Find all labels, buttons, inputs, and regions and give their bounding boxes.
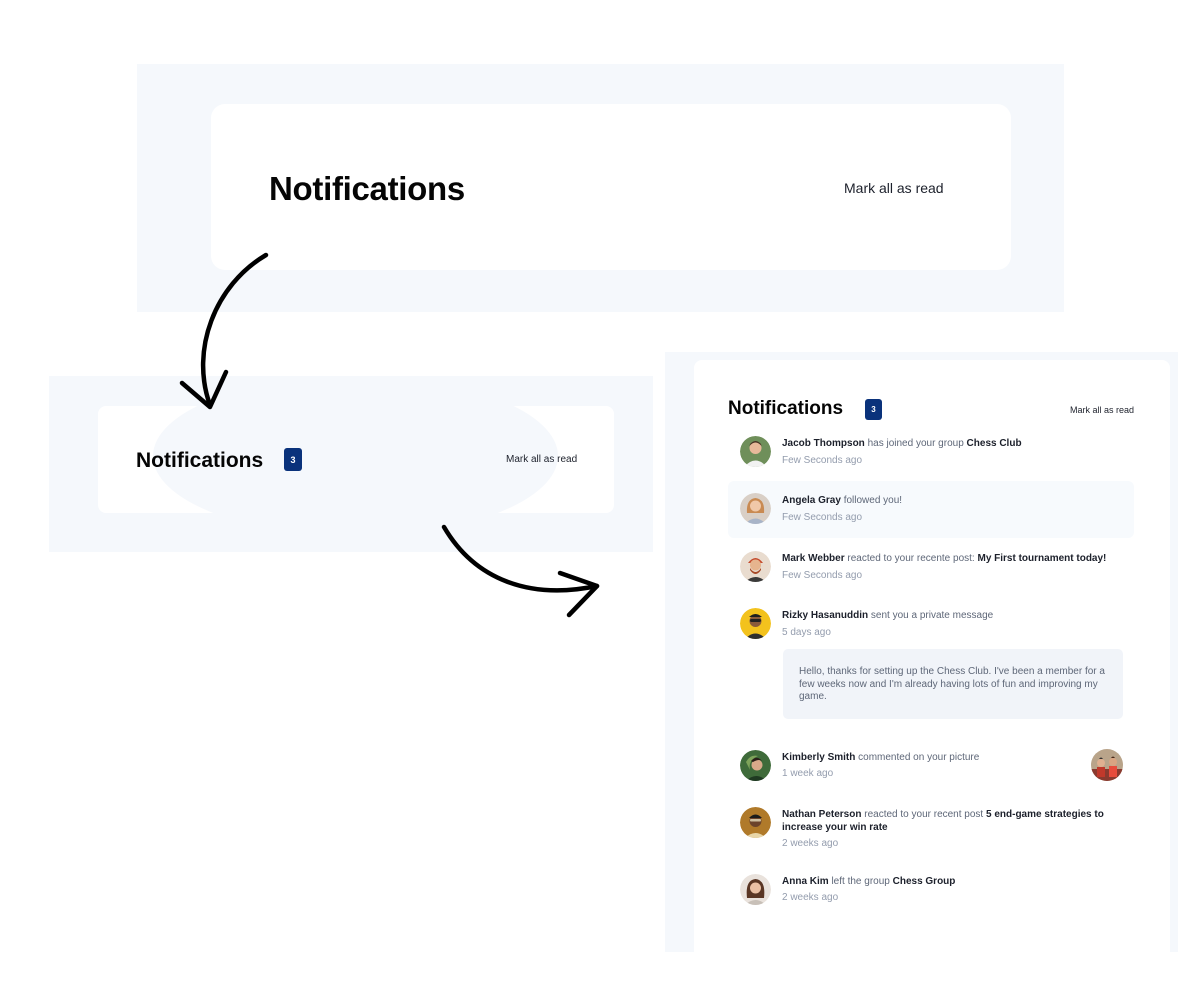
notification-action: sent you a private message: [870, 610, 994, 621]
notification-item[interactable]: Mark Webber reacted to your recente post…: [728, 547, 1134, 587]
commented-picture-thumbnail[interactable]: [1091, 749, 1123, 781]
notification-time: 2 weeks ago: [782, 892, 839, 903]
avatar-angela-gray: [740, 493, 771, 524]
notification-user[interactable]: Anna Kim: [782, 876, 829, 887]
notification-item[interactable]: Jacob Thompson has joined your group Che…: [728, 432, 1134, 472]
notification-user[interactable]: Nathan Peterson: [782, 809, 861, 820]
notification-user[interactable]: Kimberly Smith: [782, 752, 855, 763]
notification-time: Few Seconds ago: [782, 455, 863, 466]
notification-time: Few Seconds ago: [782, 512, 863, 523]
notification-object[interactable]: My First tournament today!: [977, 553, 1106, 564]
notification-item[interactable]: Rizky Hasanuddin sent you a private mess…: [728, 604, 1134, 644]
panel2-title: Notifications: [136, 449, 264, 472]
avatar-kimberly-smith: [740, 750, 771, 781]
panel2-unread-badge: 3: [284, 448, 302, 471]
notification-action: left the group: [831, 876, 890, 887]
notification-text: Angela Gray followed you!: [782, 494, 1122, 507]
notification-action: reacted to your recente post:: [847, 553, 975, 564]
notification-time: 5 days ago: [782, 627, 831, 638]
unread-count-badge: 3: [865, 399, 882, 420]
notification-time: Few Seconds ago: [782, 570, 863, 581]
avatar-jacob-thompson: [740, 436, 771, 467]
avatar-mark-webber: [740, 551, 771, 582]
notification-text: Anna Kim left the group Chess Group: [782, 875, 1122, 888]
notification-text: Kimberly Smith commented on your picture: [782, 751, 1122, 764]
notification-user[interactable]: Rizky Hasanuddin: [782, 610, 868, 621]
mark-all-read-link[interactable]: Mark all as read: [1070, 405, 1134, 415]
panel1-title: Notifications: [269, 170, 465, 207]
notifications-title: Notifications: [728, 398, 844, 419]
notification-time: 2 weeks ago: [782, 838, 839, 849]
panel2-mark-all-read-link[interactable]: Mark all as read: [506, 454, 577, 465]
notification-action: followed you!: [843, 495, 903, 506]
avatar-rizky-hasanuddin: [740, 608, 771, 639]
notification-action: commented on your picture: [858, 752, 980, 763]
notification-text: Nathan Peterson reacted to your recent p…: [782, 808, 1122, 834]
notification-action: has joined your group: [867, 438, 964, 449]
notification-action: reacted to your recent post: [864, 809, 984, 820]
notification-time: 1 week ago: [782, 768, 834, 779]
notification-object[interactable]: Chess Club: [967, 438, 1022, 449]
avatar-anna-kim: [740, 874, 771, 905]
notification-user[interactable]: Jacob Thompson: [782, 438, 865, 449]
notification-item[interactable]: Anna Kim left the group Chess Group 2 we…: [728, 870, 1134, 910]
notification-item[interactable]: Kimberly Smith commented on your picture…: [728, 746, 1134, 786]
notification-user[interactable]: Angela Gray: [782, 495, 841, 506]
notification-user[interactable]: Mark Webber: [782, 553, 845, 564]
notification-item[interactable]: Angela Gray followed you! Few Seconds ag…: [728, 481, 1134, 538]
notification-object[interactable]: Chess Group: [893, 876, 956, 887]
avatar-nathan-peterson: [740, 807, 771, 838]
notification-text: Mark Webber reacted to your recente post…: [782, 552, 1122, 565]
notification-item[interactable]: Nathan Peterson reacted to your recent p…: [728, 803, 1134, 853]
notification-text: Rizky Hasanuddin sent you a private mess…: [782, 609, 1122, 622]
private-message-preview[interactable]: Hello, thanks for setting up the Chess C…: [783, 649, 1123, 719]
notification-text: Jacob Thompson has joined your group Che…: [782, 437, 1122, 450]
panel1-mark-all-read-link[interactable]: Mark all as read: [844, 180, 944, 196]
